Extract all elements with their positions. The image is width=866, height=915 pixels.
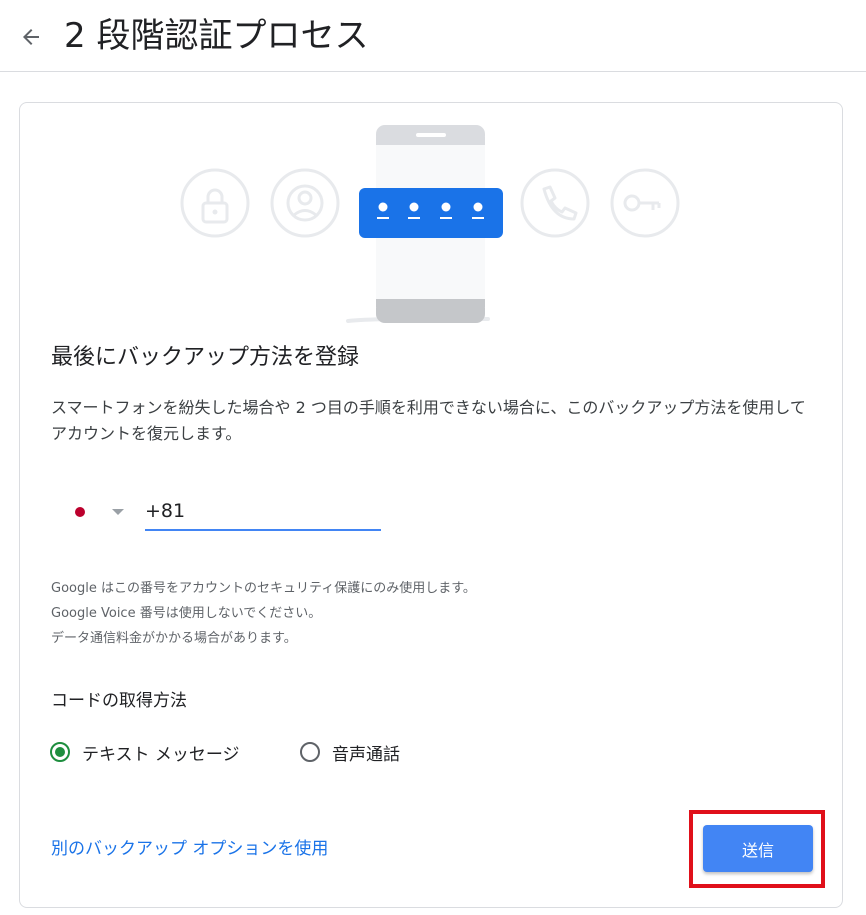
radio-label: テキスト メッセージ [82, 744, 240, 765]
back-button[interactable] [16, 22, 46, 52]
radio-option-text-message[interactable]: テキスト メッセージ [50, 739, 240, 765]
key-icon [610, 168, 680, 238]
note-line: データ通信料金がかかる場合があります。 [51, 631, 297, 646]
chevron-down-icon [112, 509, 124, 515]
app-header: 2 段階認証プロセス [0, 0, 866, 72]
phone-illustration [180, 125, 680, 323]
phone-call-icon [520, 168, 590, 238]
country-selector[interactable] [70, 503, 130, 523]
note-line: Google Voice 番号は使用しないでください。 [51, 606, 322, 621]
note-line: Google はこの番号をアカウントのセキュリティ保護にのみ使用します。 [51, 581, 476, 596]
section-heading: 最後にバックアップ方法を登録 [51, 345, 360, 370]
verification-code-box [359, 188, 503, 238]
lock-icon [180, 168, 250, 238]
page-title: 2 段階認証プロセス [64, 16, 369, 56]
section-description: スマートフォンを紛失した場合や 2 つ目の手順を利用できない場合に、このバックア… [51, 398, 806, 443]
radio-label: 音声通話 [332, 744, 400, 765]
radio-option-voice-call[interactable]: 音声通話 [300, 739, 400, 765]
phone-number-field [145, 496, 381, 531]
account-icon [270, 168, 340, 238]
code-method-title: コードの取得方法 [51, 691, 187, 711]
radio-button-checked[interactable] [50, 742, 70, 762]
use-other-backup-option-link[interactable]: 別のバックアップ オプションを使用 [51, 836, 328, 862]
send-button[interactable]: 送信 [703, 825, 813, 872]
arrow-left-icon [23, 29, 39, 45]
japan-flag-icon [75, 507, 85, 517]
radio-button[interactable] [300, 742, 320, 762]
phone-number-input[interactable] [145, 496, 375, 526]
phone-usage-notes: Google はこの番号をアカウントのセキュリティ保護にのみ使用します。 Goo… [51, 576, 476, 651]
backup-setup-card: 最後にバックアップ方法を登録 スマートフォンを紛失した場合や 2 つ目の手順を利… [19, 102, 843, 908]
